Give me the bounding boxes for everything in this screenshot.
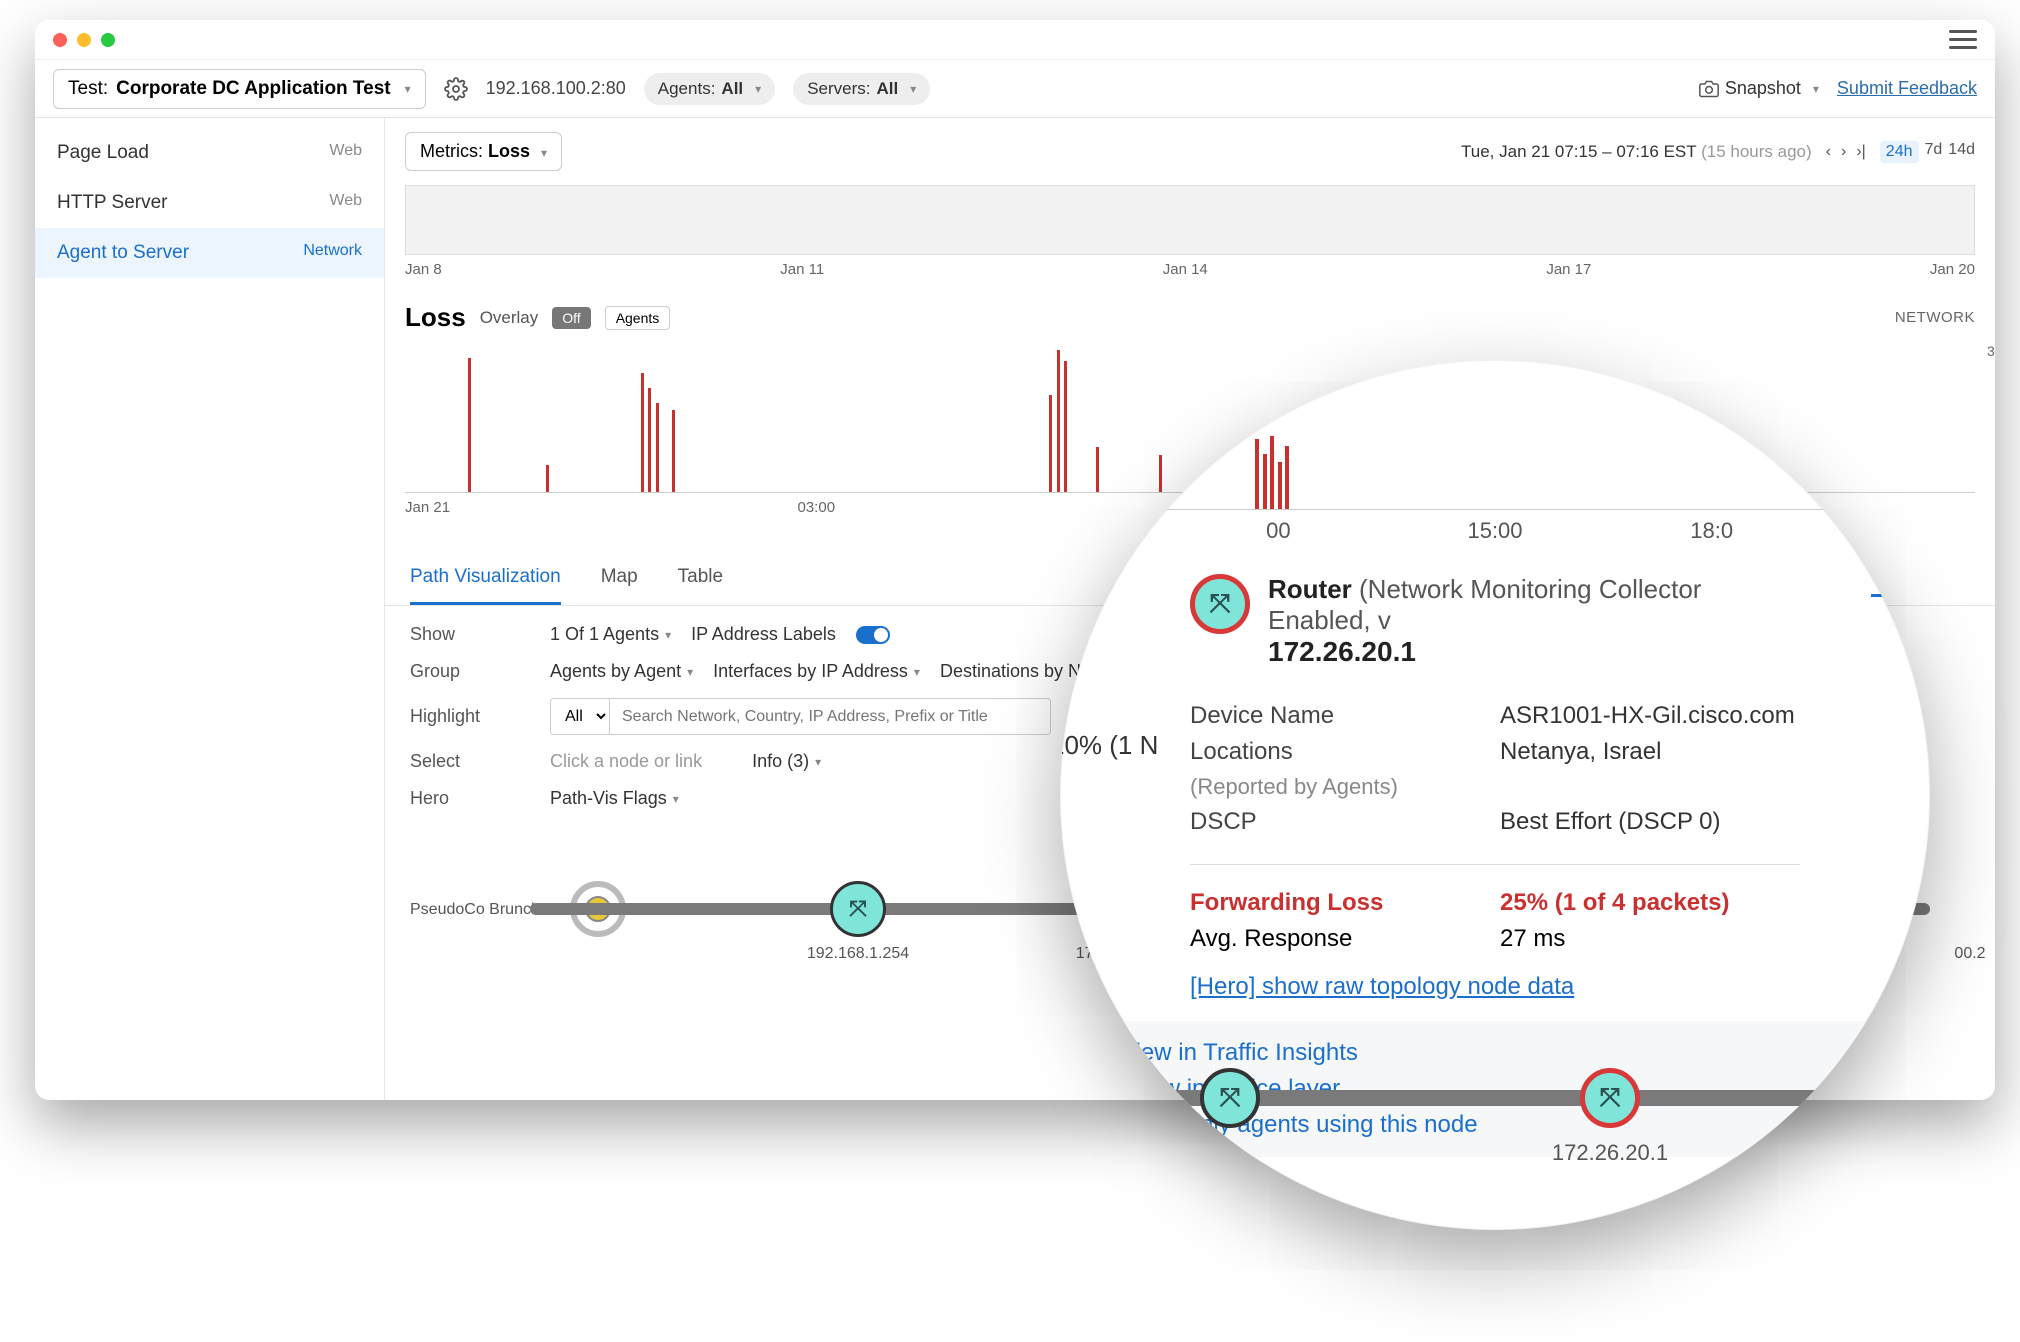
- mag-path: ⤧ 0 ⤧ 172.26.20.1: [1120, 1050, 1870, 1190]
- highlight-label: Highlight: [410, 706, 530, 727]
- metrics-selector[interactable]: Metrics: Loss: [405, 132, 562, 171]
- overlay-agents-button[interactable]: Agents: [605, 306, 671, 330]
- loss-title: Loss: [405, 302, 466, 333]
- select-label: Select: [410, 751, 530, 772]
- mag-node-2-ip: 172.26.20.1: [1552, 1140, 1668, 1166]
- close-icon[interactable]: [53, 33, 67, 47]
- show-agents-dropdown[interactable]: 1 Of 1 Agents: [550, 624, 671, 645]
- topbar: Test: Corporate DC Application Test 192.…: [35, 60, 1995, 118]
- sidebar: Page LoadWeb HTTP ServerWeb Agent to Ser…: [35, 118, 385, 1100]
- snapshot-button[interactable]: Snapshot: [1699, 78, 1819, 99]
- mag-x-labels: 0015:0018:0: [1120, 510, 1870, 564]
- show-label: Show: [410, 624, 530, 645]
- tab-table[interactable]: Table: [678, 552, 723, 605]
- hero-dropdown[interactable]: Path-Vis Flags: [550, 788, 679, 809]
- device-name-key: Device Name: [1190, 702, 1480, 730]
- tab-map[interactable]: Map: [601, 552, 638, 605]
- router-node-1[interactable]: ⤧: [830, 881, 886, 937]
- ip-labels-toggle[interactable]: [856, 626, 890, 644]
- mag-node-1-ip: 0: [1224, 1140, 1236, 1166]
- titlebar: [35, 20, 1995, 60]
- sidebar-item-agent-to-server[interactable]: Agent to ServerNetwork: [35, 228, 384, 278]
- router-icon: ⤧: [849, 896, 867, 922]
- window-controls: [53, 33, 115, 47]
- target-ip: 192.168.100.2:80: [486, 78, 626, 99]
- prev-icon[interactable]: ‹: [1826, 143, 1831, 161]
- menu-icon[interactable]: [1949, 30, 1977, 49]
- dscp-key: DSCP: [1190, 808, 1480, 836]
- camera-icon: [1699, 79, 1719, 99]
- overlay-off-button[interactable]: Off: [552, 307, 590, 329]
- minimize-icon[interactable]: [77, 33, 91, 47]
- group-interfaces-dropdown[interactable]: Interfaces by IP Address: [713, 661, 920, 682]
- gear-icon[interactable]: [444, 77, 468, 101]
- node-1-ip: 192.168.1.254: [807, 945, 909, 963]
- avg-response-key: Avg. Response: [1190, 925, 1480, 953]
- ip-labels-label: IP Address Labels: [691, 624, 836, 645]
- hero-raw-link[interactable]: [Hero] show raw topology node data: [1190, 963, 1800, 1011]
- agents-filter[interactable]: Agents: All: [644, 73, 775, 105]
- submit-feedback-link[interactable]: Submit Feedback: [1837, 78, 1977, 99]
- mag-router-node-1[interactable]: ⤧: [1200, 1068, 1260, 1128]
- next-icon[interactable]: ›: [1841, 143, 1846, 161]
- forwarding-loss-value: 25% (1 of 4 packets): [1500, 889, 1800, 917]
- device-name-value: ASR1001-HX-Gil.cisco.com: [1500, 702, 1800, 730]
- info-dropdown[interactable]: Info (3): [752, 751, 821, 772]
- test-selector[interactable]: Test: Corporate DC Application Test: [53, 69, 426, 109]
- end-ip: 00.2: [1954, 945, 1985, 963]
- highlight-search: All: [550, 698, 1051, 735]
- timeline-labels: Jan 8Jan 11Jan 14Jan 17Jan 20: [385, 255, 1995, 284]
- mag-loss-chart: [1120, 430, 1870, 510]
- pct-label: 10% (1 N: [1060, 730, 1158, 761]
- highlight-search-input[interactable]: [610, 700, 1050, 734]
- node-role: Router (Network Monitoring Collector Ena…: [1268, 574, 1800, 636]
- sidebar-item-http-server[interactable]: HTTP ServerWeb: [35, 178, 384, 228]
- range-14d[interactable]: 14d: [1948, 141, 1975, 163]
- sidebar-item-page-load[interactable]: Page LoadWeb: [35, 128, 384, 178]
- node-ip: 172.26.20.1: [1268, 636, 1800, 668]
- test-prefix: Test:: [68, 78, 108, 100]
- select-hint: Click a node or link: [550, 751, 702, 772]
- mag-router-node-2[interactable]: ⤧: [1580, 1068, 1640, 1128]
- network-label: NETWORK: [1895, 309, 1975, 326]
- dscp-value: Best Effort (DSCP 0): [1500, 808, 1800, 836]
- tab-path-visualization[interactable]: Path Visualization: [410, 552, 561, 605]
- range-24h[interactable]: 24h: [1880, 141, 1919, 163]
- range-selector: 24h 7d 14d: [1880, 141, 1975, 163]
- servers-filter[interactable]: Servers: All: [793, 73, 930, 105]
- test-name: Corporate DC Application Test: [116, 78, 390, 100]
- locations-value: Netanya, Israel: [1500, 738, 1800, 766]
- group-agents-dropdown[interactable]: Agents by Agent: [550, 661, 693, 682]
- forwarding-loss-key: Forwarding Loss: [1190, 889, 1480, 917]
- hero-label: Hero: [410, 788, 530, 809]
- overview-timeline[interactable]: [405, 185, 1975, 255]
- detail-magnifier: 0015:0018:0 ops 10% (1 N ⤧ Router (Netwo…: [1060, 360, 1930, 1230]
- jump-end-icon[interactable]: ›|: [1856, 143, 1865, 161]
- reported-by-label: (Reported by Agents): [1190, 774, 1480, 800]
- highlight-scope-select[interactable]: All: [551, 699, 610, 734]
- time-range-label: Tue, Jan 21 07:15 – 07:16 EST (15 hours …: [1461, 142, 1812, 162]
- agent-label: PseudoCo Brunch: [410, 901, 540, 919]
- avg-response-value: 27 ms: [1500, 925, 1800, 953]
- overlay-label: Overlay: [480, 308, 539, 328]
- hops-tab[interactable]: ops: [1871, 560, 1910, 597]
- time-nav: ‹ › ›|: [1826, 143, 1866, 161]
- group-label: Group: [410, 661, 530, 682]
- range-7d[interactable]: 7d: [1925, 141, 1943, 163]
- router-icon: ⤧: [1190, 574, 1250, 634]
- maximize-icon[interactable]: [101, 33, 115, 47]
- locations-key: Locations: [1190, 738, 1480, 766]
